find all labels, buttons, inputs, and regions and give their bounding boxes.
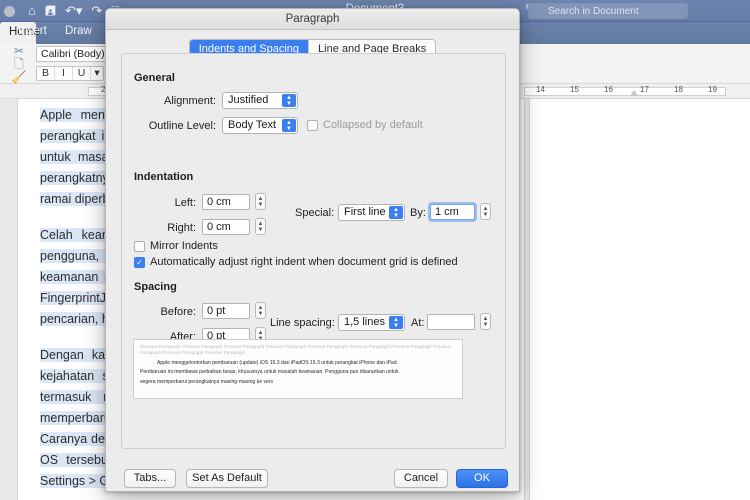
preview-body-text: Apple menggelontorkan pembaruan (update)… bbox=[140, 359, 456, 388]
indent-left-stepper[interactable]: ▲ ▼ bbox=[255, 193, 266, 210]
chevron-updown-icon: ▲ ▼ bbox=[282, 94, 296, 107]
stepper-down-icon: ▼ bbox=[257, 201, 264, 208]
stepper-down-icon: ▼ bbox=[482, 321, 489, 328]
stepper-down-icon: ▼ bbox=[482, 211, 489, 218]
mirror-indents-checkbox-row[interactable]: Mirror Indents bbox=[134, 240, 218, 252]
spacing-section-title: Spacing bbox=[134, 281, 177, 293]
ruler-number: 19 bbox=[708, 85, 717, 94]
at-label: At: bbox=[411, 317, 425, 329]
italic-button[interactable]: I bbox=[55, 67, 73, 80]
alignment-value: Justified bbox=[228, 94, 269, 106]
ruler-number: 15 bbox=[570, 85, 579, 94]
preview-previous-paragraph-text: Previous Paragraph Previous Paragraph Pr… bbox=[140, 344, 452, 356]
indentation-section-title: Indentation bbox=[134, 171, 194, 183]
format-painter-icon[interactable]: 🧹 bbox=[6, 71, 32, 84]
collapsed-by-default-label: Collapsed by default bbox=[323, 119, 423, 131]
spacing-before-stepper[interactable]: ▲ ▼ bbox=[255, 302, 266, 319]
alignment-label: Alignment: bbox=[164, 95, 216, 107]
outline-level-select[interactable]: Body Text ▲ ▼ bbox=[222, 117, 298, 134]
outline-level-label: Outline Level: bbox=[148, 120, 216, 132]
preview-line-2: Pembaruan ini membawa perbaikan besar, k… bbox=[140, 369, 399, 376]
mirror-indents-checkbox[interactable] bbox=[134, 240, 145, 252]
chevron-updown-icon: ▲ ▼ bbox=[389, 316, 403, 329]
special-label: Special: bbox=[295, 207, 335, 219]
special-value: First line bbox=[344, 206, 386, 218]
indent-left-label: Left: bbox=[174, 197, 196, 209]
bold-button[interactable]: B bbox=[37, 67, 55, 80]
general-section-title: General bbox=[134, 72, 175, 84]
tab-draw[interactable]: Draw bbox=[65, 25, 92, 37]
preview-line-3: segera memperbarui perangkatnya masing-m… bbox=[140, 379, 274, 385]
font-style-group: B I U ▾ bbox=[36, 66, 104, 81]
mirror-indents-label: Mirror Indents bbox=[150, 240, 218, 252]
tab-insert[interactable]: Insert bbox=[18, 25, 47, 37]
ruler-indent-marker[interactable] bbox=[630, 90, 638, 96]
by-stepper[interactable]: ▲ ▼ bbox=[480, 203, 491, 220]
ruler-number: 18 bbox=[674, 85, 683, 94]
indent-right-input[interactable]: 0 cm bbox=[202, 219, 250, 235]
collapsed-by-default-checkbox[interactable] bbox=[307, 119, 318, 131]
ruler-number: 17 bbox=[640, 85, 649, 94]
chevron-updown-icon: ▲ ▼ bbox=[389, 206, 403, 219]
underline-button[interactable]: U bbox=[73, 67, 91, 80]
paragraph-dialog: Paragraph Indents and Spacing Line and P… bbox=[105, 8, 520, 492]
indent-right-label: Right: bbox=[167, 222, 196, 234]
by-input[interactable]: 1 cm bbox=[430, 204, 475, 220]
underline-dropdown-icon[interactable]: ▾ bbox=[91, 67, 103, 80]
ruler-track-right bbox=[524, 87, 726, 96]
auto-adjust-indent-label: Automatically adjust right indent when d… bbox=[150, 256, 458, 268]
spacing-before-label: Before: bbox=[160, 306, 196, 318]
collapsed-by-default-checkbox-row[interactable]: Collapsed by default bbox=[307, 119, 423, 131]
spacing-before-input[interactable]: 0 pt bbox=[202, 303, 250, 319]
at-input[interactable] bbox=[427, 314, 475, 330]
auto-adjust-indent-checkbox-row[interactable]: ✓ Automatically adjust right indent when… bbox=[134, 256, 458, 268]
alignment-select[interactable]: Justified ▲ ▼ bbox=[222, 92, 298, 109]
search-input[interactable]: Search in Document bbox=[528, 3, 688, 19]
cancel-button[interactable]: Cancel bbox=[394, 469, 448, 488]
indent-right-stepper[interactable]: ▲ ▼ bbox=[255, 218, 266, 235]
outline-level-value: Body Text bbox=[228, 119, 277, 131]
indent-left-input[interactable]: 0 cm bbox=[202, 194, 250, 210]
ok-button[interactable]: OK bbox=[456, 469, 508, 488]
stepper-down-icon: ▼ bbox=[257, 226, 264, 233]
line-spacing-label: Line spacing: bbox=[270, 317, 335, 329]
paragraph-preview: Previous Paragraph Previous Paragraph Pr… bbox=[133, 339, 463, 399]
stepper-down-icon: ▼ bbox=[257, 310, 264, 317]
line-spacing-select[interactable]: 1,5 lines ▲ ▼ bbox=[338, 314, 405, 331]
clipboard-group: ✂ 🗋 🧹 bbox=[6, 45, 32, 84]
dialog-title: Paragraph bbox=[106, 9, 519, 30]
ruler-number: 14 bbox=[536, 85, 545, 94]
set-as-default-button[interactable]: Set As Default bbox=[186, 469, 268, 488]
chevron-updown-icon: ▲ ▼ bbox=[282, 119, 296, 132]
auto-adjust-indent-checkbox[interactable]: ✓ bbox=[134, 256, 145, 268]
special-select[interactable]: First line ▲ ▼ bbox=[338, 204, 405, 221]
tabs-button[interactable]: Tabs... bbox=[124, 469, 176, 488]
ruler-number: 16 bbox=[604, 85, 613, 94]
preview-line-1: Apple menggelontorkan pembaruan (update)… bbox=[157, 359, 398, 366]
line-spacing-value: 1,5 lines bbox=[344, 316, 385, 328]
dialog-button-row: Tabs... Set As Default Cancel OK bbox=[106, 464, 519, 491]
by-label: By: bbox=[410, 207, 426, 219]
at-stepper[interactable]: ▲ ▼ bbox=[480, 313, 491, 330]
